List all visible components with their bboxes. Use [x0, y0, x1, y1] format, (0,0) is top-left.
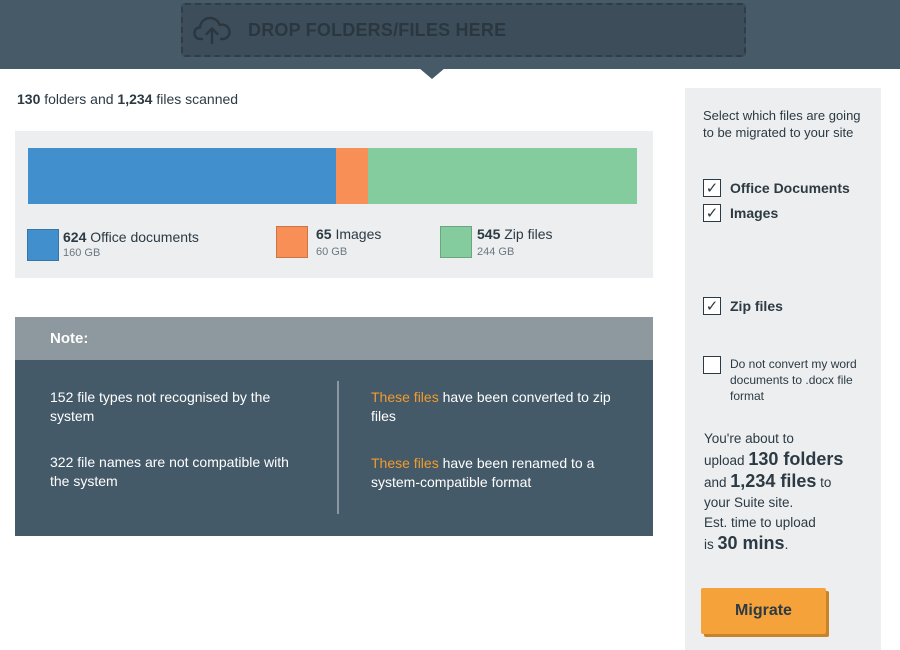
upload-word: upload: [704, 453, 745, 468]
file-breakdown-panel: 624 Office documents 160 GB 65 Images 60…: [15, 131, 653, 278]
legend-label-images: Images: [335, 226, 382, 242]
legend-label-office: Office documents: [90, 229, 199, 245]
checkbox-images-box[interactable]: ✓: [703, 204, 721, 222]
note-title: Note:: [15, 317, 653, 360]
these-files-link-converted[interactable]: These files: [371, 389, 439, 405]
note-converted: These files have been converted to zip f…: [371, 388, 621, 426]
scan-summary: 130 folders and 1,234 files scanned: [17, 91, 238, 107]
sidebar-intro: Select which files are going to be migra…: [703, 108, 861, 140]
note-incompatible-names: 322 file names are not compatible with t…: [50, 454, 289, 489]
upload-is: is: [704, 537, 714, 552]
upload-line-1: You're about to: [704, 431, 794, 446]
legend-count-images: 65: [316, 226, 332, 242]
header-bar: DROP FOLDERS/FILES HERE: [0, 0, 900, 69]
checkbox-no-convert[interactable]: Do not convert my word documents to .doc…: [703, 356, 860, 404]
folders-count: 130: [17, 91, 41, 107]
upload-files: 1,234 files: [730, 471, 817, 491]
checkbox-images-label: Images: [730, 205, 779, 221]
legend-images: 65 Images 60 GB: [276, 226, 381, 259]
checkbox-office-box[interactable]: ✓: [703, 179, 721, 197]
checkbox-zip-label: Zip files: [730, 298, 783, 314]
files-count: 1,234: [117, 91, 153, 107]
upload-summary: You're about to upload 130 folders and 1…: [704, 429, 874, 555]
migration-sidebar: Select which files are going to be migra…: [685, 88, 881, 650]
bar-segment-office-documents: [28, 148, 336, 204]
legend-count-office: 624: [63, 229, 87, 245]
files-label: files scanned: [156, 91, 239, 107]
upload-folders: 130 folders: [748, 449, 844, 469]
header-pointer: [419, 68, 445, 79]
upload-to: to: [820, 475, 832, 490]
note-panel: Note: 152 file types not recognised by t…: [15, 317, 653, 536]
legend-swatch-office: [27, 229, 59, 261]
bar-segment-images: [335, 148, 369, 204]
bar-segment-zip-files: [368, 148, 637, 204]
legend-swatch-images: [276, 226, 308, 258]
note-divider: [337, 381, 339, 514]
checkbox-office-documents[interactable]: ✓ Office Documents: [703, 179, 850, 197]
checkbox-no-convert-label: Do not convert my word documents to .doc…: [730, 357, 857, 403]
these-files-link-renamed[interactable]: These files: [371, 455, 439, 471]
note-unrecognised-types: 152 file types not recognised by the sys…: [50, 389, 271, 424]
stacked-bar: [28, 148, 637, 204]
migrate-button[interactable]: Migrate: [701, 588, 826, 634]
upload-time: 30 mins: [717, 533, 785, 553]
legend-swatch-zip: [440, 226, 472, 258]
legend-size-office: 160 GB: [63, 247, 101, 259]
legend-office-documents: 624 Office documents 160 GB: [27, 229, 199, 261]
checkbox-zip-files[interactable]: ✓ Zip files: [703, 297, 783, 315]
legend-label-zip: Zip files: [504, 226, 553, 242]
cloud-upload-icon: [193, 16, 231, 45]
folders-label: folders and: [44, 91, 114, 107]
checkbox-office-label: Office Documents: [730, 180, 850, 196]
checkbox-no-convert-box[interactable]: [703, 356, 721, 374]
upload-period: .: [784, 537, 789, 552]
legend-size-images: 60 GB: [316, 246, 348, 258]
dropzone[interactable]: DROP FOLDERS/FILES HERE: [181, 3, 746, 57]
legend-count-zip: 545: [477, 226, 501, 242]
checkbox-zip-box[interactable]: ✓: [703, 297, 721, 315]
upload-site-line: your Suite site.: [704, 495, 794, 510]
checkbox-images[interactable]: ✓ Images: [703, 204, 778, 222]
upload-est-line: Est. time to upload: [704, 515, 816, 530]
legend-zip-files: 545 Zip files 244 GB: [440, 226, 552, 259]
note-renamed: These files have been renamed to a syste…: [371, 454, 621, 492]
dropzone-label: DROP FOLDERS/FILES HERE: [248, 19, 507, 40]
upload-and: and: [704, 475, 727, 490]
legend-size-zip: 244 GB: [477, 246, 515, 258]
